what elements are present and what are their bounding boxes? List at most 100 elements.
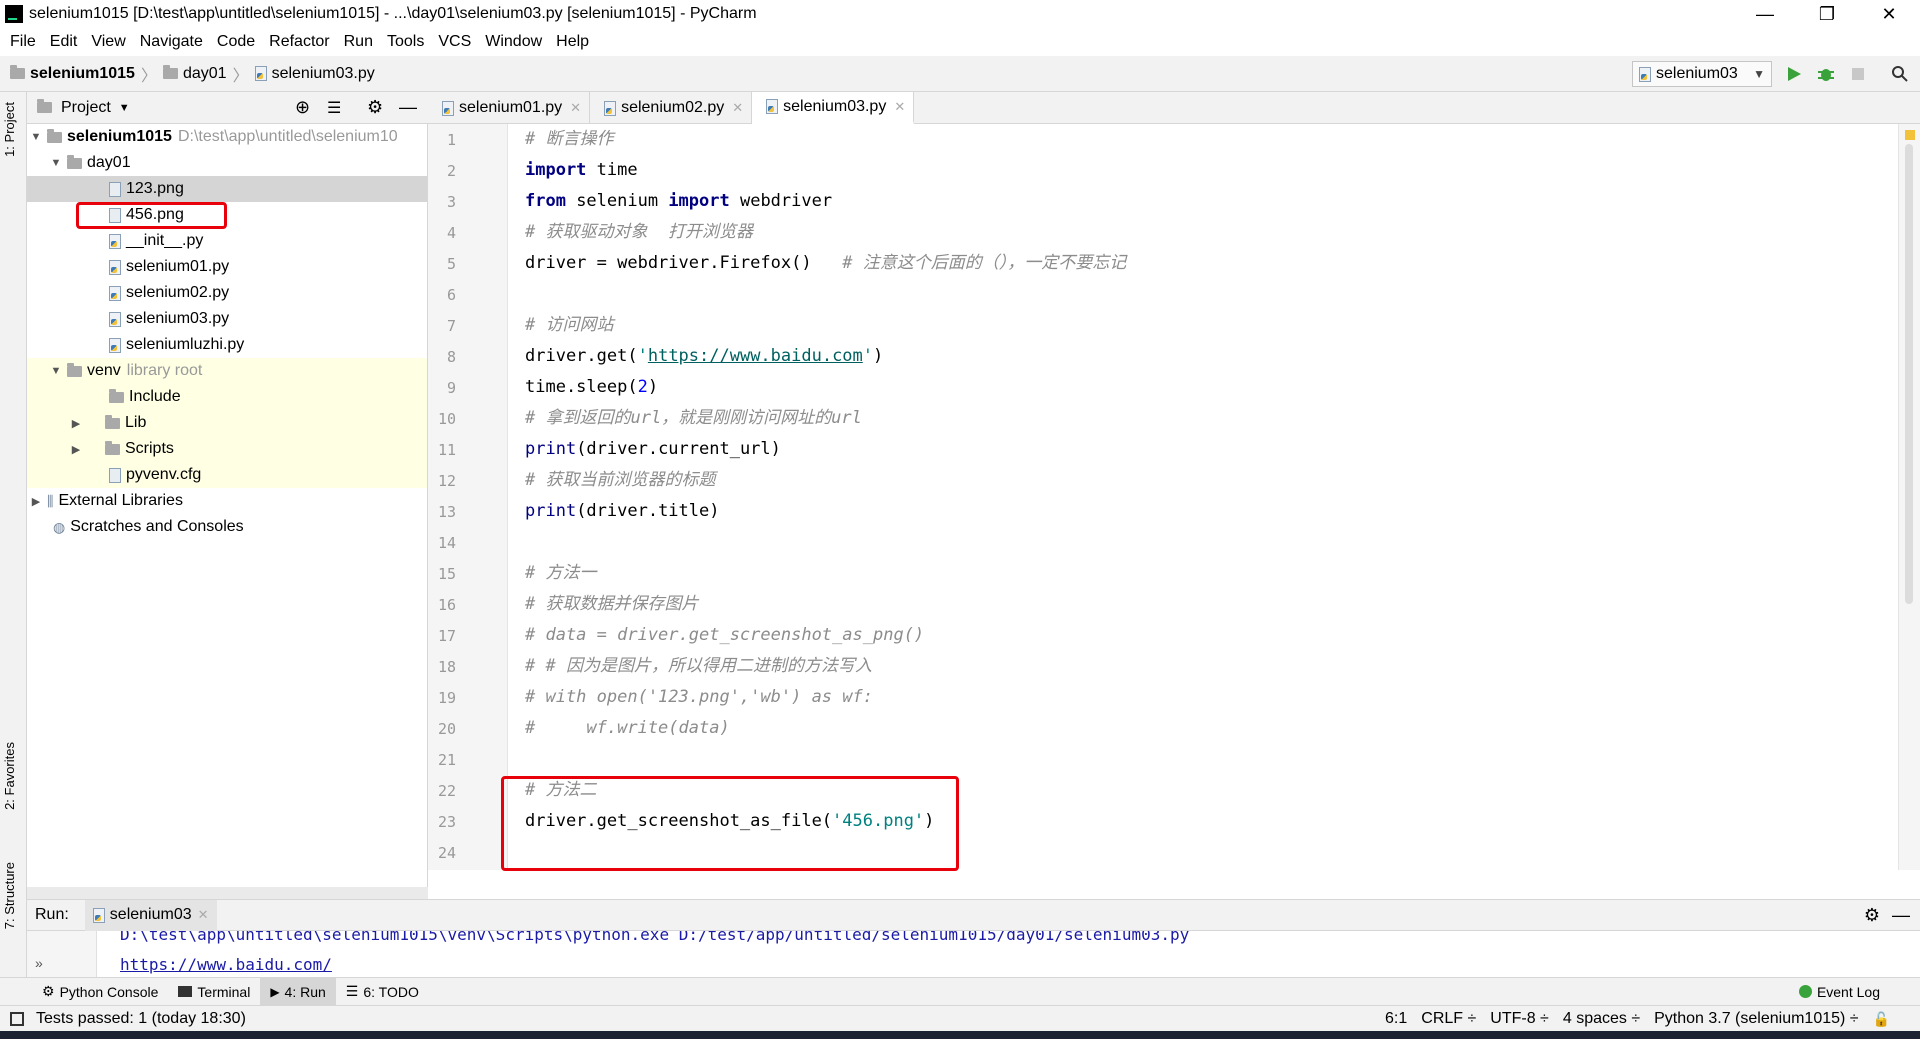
expand-arrow-icon[interactable]: ▼ — [49, 157, 63, 169]
breadcrumb-file[interactable]: selenium03.py — [272, 65, 375, 83]
tool-todo[interactable]: ☰ 6: TODO — [336, 978, 429, 1006]
tree-file-selenium02-py[interactable]: selenium02.py — [27, 280, 427, 306]
run-configuration-select[interactable]: selenium03 ▼ — [1632, 61, 1772, 87]
python-interpreter[interactable]: Python 3.7 (selenium1015) ÷ — [1654, 1010, 1858, 1028]
code-text: driver.get( — [525, 346, 638, 366]
locate-icon[interactable]: ⊕ — [295, 97, 310, 118]
collapsed-arrow-icon[interactable]: ▶ — [69, 443, 83, 456]
tree-scratches[interactable]: ◍ Scratches and Consoles — [27, 514, 427, 540]
scrollbar-thumb[interactable] — [1905, 144, 1913, 604]
url-link[interactable]: https://www.baidu.com — [648, 346, 863, 366]
tool-run[interactable]: ▶ 4: Run — [260, 977, 336, 1006]
gear-icon[interactable]: ⚙ — [1864, 905, 1880, 926]
tree-folder-day01[interactable]: ▼ day01 — [27, 150, 427, 176]
run-tab-label: selenium03 — [109, 906, 192, 923]
favorites-tool-tab[interactable]: 2: Favorites — [2, 742, 17, 810]
tab-selenium02[interactable]: selenium02.py ✕ — [590, 92, 753, 124]
tree-external-libraries[interactable]: ▶ ⫼ External Libraries — [27, 488, 427, 514]
menu-edit[interactable]: Edit — [46, 33, 82, 51]
console-line-url[interactable]: https://www.baidu.com/ — [120, 955, 332, 974]
tree-file-seleniumluzhi-py[interactable]: seleniumluzhi.py — [27, 332, 427, 358]
search-button[interactable] — [1890, 64, 1910, 84]
expand-toolbar-icon[interactable]: » — [35, 955, 43, 971]
close-tab-icon[interactable]: ✕ — [894, 99, 905, 115]
tree-file-label: 123.png — [126, 180, 184, 197]
tab-label: selenium01.py — [459, 99, 563, 116]
line-separator[interactable]: CRLF ÷ — [1421, 1010, 1476, 1028]
lock-icon[interactable]: 🔓 — [1873, 1011, 1890, 1028]
menu-help[interactable]: Help — [552, 33, 593, 51]
close-button[interactable]: ✕ — [1858, 0, 1920, 28]
panel-toggle-icon[interactable] — [10, 1011, 24, 1026]
tree-folder-include[interactable]: Include — [27, 384, 427, 410]
tree-root[interactable]: ▼ selenium1015 D:\test\app\untitled\sele… — [27, 124, 427, 150]
menu-navigate[interactable]: Navigate — [136, 33, 207, 51]
collapsed-arrow-icon[interactable]: ▶ — [69, 417, 83, 430]
minimize-button[interactable]: — — [1734, 0, 1796, 28]
folder-icon — [67, 154, 82, 169]
inspection-status-icon[interactable] — [1905, 130, 1915, 140]
tool-event-log[interactable]: Event Log — [1789, 978, 1890, 1006]
run-button[interactable] — [1784, 64, 1804, 84]
close-tab-icon[interactable]: ✕ — [570, 100, 581, 116]
tool-python-console[interactable]: ⚙ Python Console — [32, 978, 168, 1006]
breadcrumb-project[interactable]: selenium1015 — [30, 65, 135, 83]
run-icon — [1788, 67, 1801, 81]
collapsed-arrow-icon[interactable]: ▶ — [29, 495, 43, 508]
tree-file-123-png[interactable]: 123.png — [27, 176, 427, 202]
close-tab-icon[interactable]: ✕ — [732, 100, 743, 116]
tree-scratches-label: Scratches and Consoles — [70, 518, 244, 535]
menu-view[interactable]: View — [87, 33, 129, 51]
tab-selenium01[interactable]: selenium01.py ✕ — [428, 92, 591, 124]
chevron-down-icon: ▼ — [1753, 67, 1765, 81]
caret-position[interactable]: 6:1 — [1385, 1010, 1407, 1028]
indent-setting[interactable]: 4 spaces ÷ — [1563, 1010, 1640, 1028]
run-configuration-value: selenium03 — [1656, 65, 1738, 82]
tree-folder-venv[interactable]: ▼ venv library root — [27, 358, 427, 384]
number: 2 — [637, 377, 648, 397]
tool-terminal[interactable]: Terminal — [168, 978, 260, 1006]
editor-vertical-scrollbar[interactable] — [1898, 124, 1920, 870]
tool-label: Event Log — [1816, 983, 1880, 1000]
menu-file[interactable]: File — [6, 33, 40, 51]
tree-folder-scripts[interactable]: ▶ Scripts — [27, 436, 427, 462]
tree-file-pyvenv-cfg[interactable]: pyvenv.cfg — [27, 462, 427, 488]
breadcrumb-folder[interactable]: day01 — [183, 65, 227, 83]
line-number: 8 — [446, 348, 456, 366]
run-tab-selenium03[interactable]: selenium03 ✕ — [84, 899, 217, 931]
expand-arrow-icon[interactable]: ▼ — [29, 131, 43, 143]
project-tool-tab[interactable]: 1: Project — [2, 102, 17, 157]
structure-tool-tab[interactable]: 7: Structure — [2, 862, 17, 929]
python-file-icon — [766, 99, 779, 114]
debug-button[interactable] — [1816, 64, 1836, 84]
run-console-output[interactable]: D:\test\app\untitled\selenium1015\venv\S… — [27, 931, 1920, 977]
tree-file-init-py[interactable]: __init__.py — [27, 228, 427, 254]
gear-icon[interactable]: ⚙ — [367, 97, 383, 118]
project-horizontal-scrollbar[interactable] — [27, 887, 428, 899]
restore-button[interactable]: ❐ — [1796, 0, 1858, 28]
menu-bar: File Edit View Navigate Code Refactor Ru… — [0, 28, 1920, 56]
close-tab-icon[interactable]: ✕ — [198, 907, 209, 923]
project-folder-icon — [10, 65, 25, 79]
hide-panel-icon[interactable]: — — [1892, 905, 1910, 926]
file-encoding[interactable]: UTF-8 ÷ — [1490, 1010, 1549, 1028]
menu-vcs[interactable]: VCS — [434, 33, 475, 51]
tab-selenium03[interactable]: selenium03.py ✕ — [752, 92, 915, 124]
collapse-all-icon[interactable]: ☰ — [327, 98, 341, 118]
chevron-down-icon[interactable]: ▼ — [119, 102, 130, 114]
tree-file-selenium01-py[interactable]: selenium01.py — [27, 254, 427, 280]
menu-refactor[interactable]: Refactor — [265, 33, 333, 51]
status-message[interactable]: Tests passed: 1 (today 18:30) — [36, 1010, 246, 1028]
menu-window[interactable]: Window — [481, 33, 546, 51]
menu-tools[interactable]: Tools — [383, 33, 428, 51]
project-panel-title[interactable]: Project — [61, 99, 111, 117]
tree-file-selenium03-py[interactable]: selenium03.py — [27, 306, 427, 332]
stop-button[interactable] — [1848, 64, 1868, 84]
menu-code[interactable]: Code — [213, 33, 259, 51]
code-editor[interactable]: # 断言操作 import time from selenium import … — [508, 124, 1898, 870]
menu-run[interactable]: Run — [340, 33, 377, 51]
tab-label: selenium03.py — [783, 97, 887, 115]
hide-panel-icon[interactable]: — — [399, 97, 417, 118]
tree-folder-lib[interactable]: ▶ Lib — [27, 410, 427, 436]
expand-arrow-icon[interactable]: ▼ — [49, 365, 63, 377]
